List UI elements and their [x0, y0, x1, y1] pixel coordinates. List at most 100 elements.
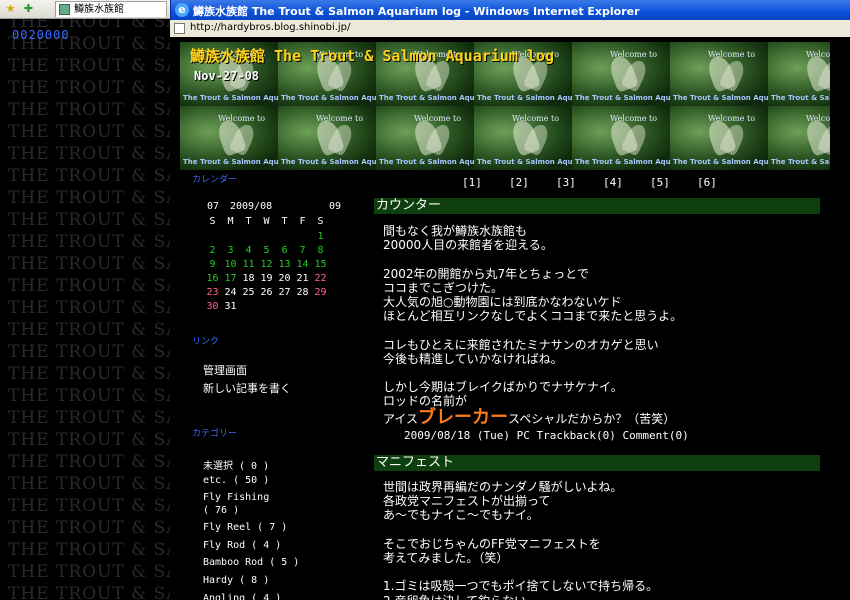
calendar-weekday: M: [227, 216, 234, 227]
address-bar[interactable]: http://hardybros.blog.shinobi.jp/: [170, 20, 850, 38]
calendar-day[interactable]: 6: [276, 244, 293, 258]
banner-welcome: Welcome to: [218, 114, 266, 123]
calendar-day[interactable]: 14: [294, 258, 311, 272]
banner-caption: The Trout & Salmon Aquarium: [575, 158, 670, 166]
site-title[interactable]: 鱒族水族館 The Trout & Salmon Aquarium log: [190, 45, 554, 66]
ie-logo-icon: e: [175, 3, 189, 17]
calendar-day[interactable]: 2: [204, 244, 221, 258]
window-titlebar[interactable]: e 鱒族水族館 The Trout & Salmon Aquarium log …: [170, 0, 850, 20]
visitor-counter: 0020000: [12, 28, 70, 42]
post-text: スペシャルだからか？（苦笑）: [508, 411, 676, 426]
sidebar-category[interactable]: 未選択 ( 0 ): [203, 457, 269, 472]
calendar-day[interactable]: 4: [240, 244, 257, 258]
calendar-day: 28: [296, 287, 309, 298]
banner-welcome: Welcome to: [512, 114, 560, 123]
calendar-weekday: W: [263, 216, 270, 227]
banner-welcome: Welcome to: [610, 50, 658, 59]
sidebar-category[interactable]: etc. ( 50 ): [203, 475, 269, 486]
page-icon: [174, 23, 185, 34]
post-text-line: 20000人目の来館者を迎える。: [383, 238, 553, 253]
back-window-toolbar: ★ ✚ 鱒族水族館: [0, 0, 175, 19]
sidebar-category[interactable]: Fly Reel ( 7 ): [203, 522, 287, 533]
sidebar-link[interactable]: 新しい記事を書く: [203, 380, 291, 396]
calendar-prev-link[interactable]: 07: [207, 201, 219, 212]
page-link[interactable]: [4]: [603, 176, 650, 189]
banner-tile: Welcome to The Trout & Salmon Aquarium: [572, 106, 670, 170]
banner-tile: Welcome to The Trout & Salmon Aquarium: [572, 42, 670, 106]
calendar-day[interactable]: 17: [222, 272, 239, 286]
calendar-day[interactable]: 13: [276, 258, 293, 272]
page-link[interactable]: [2]: [509, 176, 556, 189]
highlight-text: ブレーカー: [418, 406, 509, 428]
calendar-day: 26: [260, 287, 273, 298]
post-title[interactable]: マニフェスト: [374, 455, 820, 471]
banner-caption: The Trout & Salmon Aquarium: [477, 158, 572, 166]
banner-caption: The Trout & Salmon Aquarium: [673, 94, 768, 102]
sidebar-category[interactable]: Hardy ( 8 ): [203, 575, 269, 586]
banner-welcome: Welcome to: [806, 50, 830, 59]
window-title: 鱒族水族館 The Trout & Salmon Aquarium log - …: [193, 5, 640, 18]
calendar-day: 20: [278, 273, 291, 284]
sidebar-category[interactable]: Fly Fishing: [203, 492, 269, 503]
page-content: Welcome to The Trout & Salmon Aquarium Wel…: [170, 37, 850, 600]
calendar-day[interactable]: 15: [312, 258, 329, 272]
banner-welcome: Welcome to: [316, 114, 364, 123]
banner-caption: The Trout & Salmon Aquarium: [183, 94, 278, 102]
calendar-day[interactable]: 11: [240, 258, 257, 272]
back-window-tab[interactable]: 鱒族水族館: [55, 1, 167, 17]
page-link[interactable]: [5]: [650, 176, 697, 189]
banner-caption: The Trout & Salmon Aquarium: [183, 158, 278, 166]
calendar-day: 25: [242, 287, 255, 298]
calendar-next-link[interactable]: 09: [329, 201, 341, 212]
banner-tile: Welcome to The Trout & Salmon Aquarium: [180, 106, 278, 170]
banner-caption: The Trout & Salmon Aquarium: [379, 158, 474, 166]
address-url[interactable]: http://hardybros.blog.shinobi.jp/: [190, 22, 350, 33]
page-links: [1] [2] [3] [4] [5] [6]: [462, 176, 744, 189]
banner-caption: The Trout & Salmon Aquarium: [575, 94, 670, 102]
sidebar-category[interactable]: Fly Rod ( 4 ): [203, 540, 281, 551]
page-link[interactable]: [6]: [697, 176, 744, 189]
banner-caption: The Trout & Salmon Aquarium: [673, 158, 768, 166]
calendar-heading: カレンダー: [192, 175, 238, 185]
add-favorites-icon[interactable]: ✚: [22, 2, 35, 15]
calendar-day[interactable]: 5: [258, 244, 275, 258]
calendar-day[interactable]: 8: [312, 244, 329, 258]
calendar-day[interactable]: 9: [204, 258, 221, 272]
calendar-day[interactable]: 12: [258, 258, 275, 272]
banner-welcome: Welcome to: [610, 114, 658, 123]
sidebar-category[interactable]: Angling ( 4 ): [203, 593, 281, 600]
post-text-line: 2.産卵魚は決して釣らない。: [383, 592, 538, 600]
links-heading: リンク: [192, 337, 220, 347]
banner-caption: The Trout & Salmon Aquarium: [477, 94, 572, 102]
calendar-day[interactable]: 1: [312, 230, 329, 244]
banner-tile: Welcome to The Trout & Salmon Aquarium: [376, 106, 474, 170]
back-tab-label: 鱒族水族館: [74, 4, 124, 15]
calendar-day: 22: [314, 273, 327, 284]
banner-welcome: Welcome to: [414, 114, 462, 123]
banner-tile: Welcome to The Trout & Salmon Aquarium: [278, 106, 376, 170]
calendar-month: 2009/08: [230, 201, 273, 212]
calendar-day: 30: [206, 301, 219, 312]
category-heading: カテゴリー: [192, 429, 238, 439]
post-title[interactable]: カウンター: [374, 198, 820, 214]
page-link[interactable]: [3]: [556, 176, 603, 189]
calendar-day[interactable]: 10: [222, 258, 239, 272]
calendar-day[interactable]: 3: [222, 244, 239, 258]
calendar-day: 24: [224, 287, 237, 298]
post-footer[interactable]: 2009/08/18 (Tue) PC Trackback(0) Comment…: [404, 429, 689, 442]
calendar-day: 23: [206, 287, 219, 298]
calendar-weekday: T: [245, 216, 252, 227]
sidebar-link[interactable]: 管理画面: [203, 362, 247, 378]
page-link[interactable]: [1]: [462, 176, 509, 189]
sidebar-category[interactable]: ( 76 ): [203, 505, 239, 516]
favorites-star-icon[interactable]: ★: [4, 2, 17, 15]
sidebar-category[interactable]: Bamboo Rod ( 5 ): [203, 557, 299, 568]
banner-tile: Welcome to The Trout & Salmon Aquarium: [768, 106, 830, 170]
calendar-day[interactable]: 16: [204, 272, 221, 286]
calendar-weekday: F: [299, 216, 306, 227]
calendar-day: 18: [242, 273, 255, 284]
banner-tile: Welcome to The Trout & Salmon Aquarium: [670, 106, 768, 170]
calendar-day[interactable]: 7: [294, 244, 311, 258]
post-text-line: アイスブレーカースペシャルだからか？（苦笑）: [383, 403, 675, 429]
calendar-day: 19: [260, 273, 273, 284]
